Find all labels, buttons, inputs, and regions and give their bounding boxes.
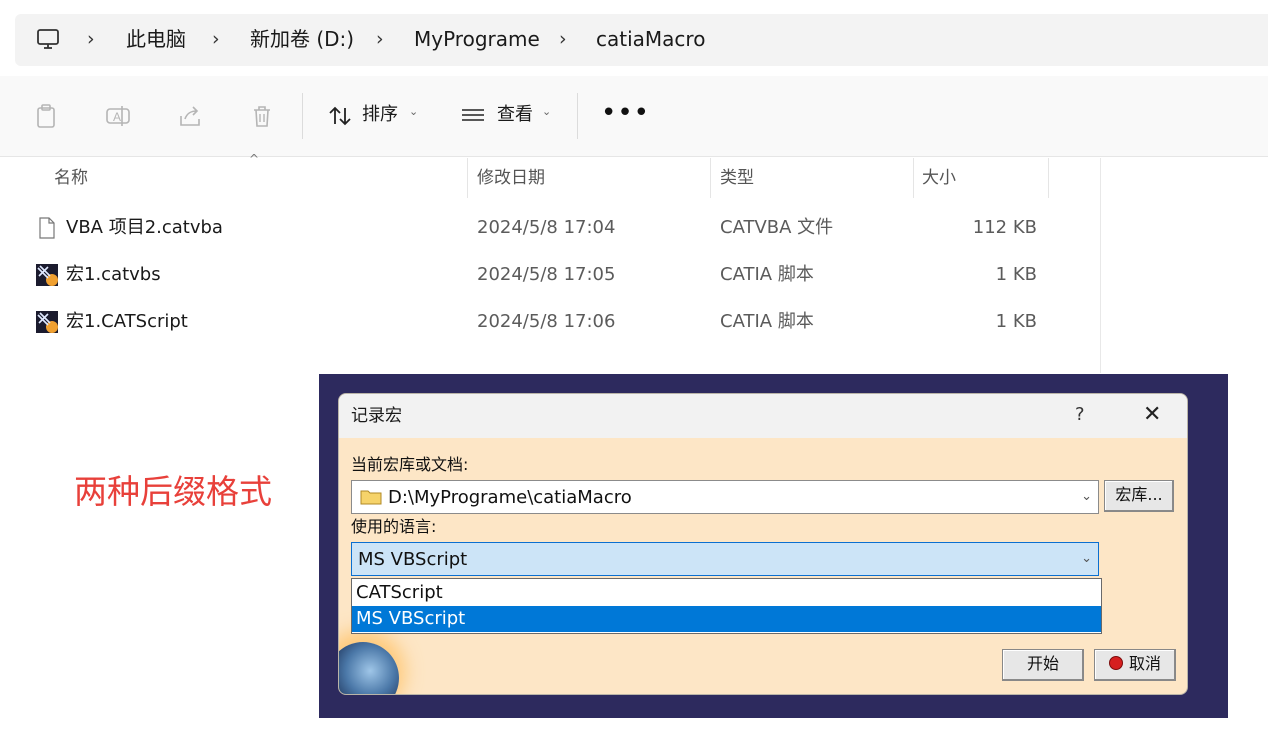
chevron-down-icon[interactable]: ⌄: [542, 105, 551, 118]
file-type: CATIA 脚本: [720, 311, 814, 332]
address-bar[interactable]: › 此电脑 › 新加卷 (D:) › MyPrograme › catiaMac…: [15, 14, 1268, 66]
dialog-title: 记录宏: [351, 406, 402, 426]
chevron-right-icon[interactable]: ›: [87, 26, 95, 52]
chevron-down-icon[interactable]: ⌄: [409, 105, 418, 118]
language-select[interactable]: MS VBScript ⌄: [351, 542, 1099, 576]
column-divider[interactable]: [1048, 158, 1049, 198]
language-option-catscript[interactable]: CATScript: [352, 580, 1101, 606]
document-icon: [39, 217, 55, 239]
rename-icon[interactable]: A: [104, 102, 132, 130]
catia-icon: [36, 311, 58, 333]
dialog-title-bar[interactable]: 记录宏 ? ✕: [339, 394, 1187, 438]
language-option-vbscript[interactable]: MS VBScript: [352, 606, 1101, 632]
stop-icon: [1108, 656, 1123, 670]
sort-button[interactable]: 排序: [362, 103, 398, 127]
file-modified: 2024/5/8 17:05: [477, 264, 616, 285]
file-name[interactable]: VBA 项目2.catvba: [66, 216, 223, 240]
breadcrumb-drive-d[interactable]: 新加卷 (D:): [250, 26, 354, 52]
file-modified: 2024/5/8 17:04: [477, 217, 616, 238]
sort-ascending-icon: ^: [249, 152, 260, 166]
column-header-type[interactable]: 类型: [720, 166, 754, 190]
library-value: D:\MyPrograme\catiaMacro: [388, 487, 632, 508]
annotation-text: 两种后缀格式: [74, 472, 272, 511]
delete-icon[interactable]: [248, 102, 276, 130]
file-type: CATIA 脚本: [720, 264, 814, 285]
file-name[interactable]: 宏1.catvbs: [66, 263, 161, 287]
pane-border: [1100, 158, 1101, 373]
chevron-right-icon[interactable]: ›: [376, 26, 384, 52]
chevron-down-icon[interactable]: ⌄: [1081, 486, 1092, 508]
file-size: 1 KB: [995, 311, 1037, 332]
column-divider[interactable]: [710, 158, 711, 198]
more-options-button[interactable]: •••: [601, 98, 650, 128]
language-value: MS VBScript: [358, 549, 468, 570]
cancel-button[interactable]: 取消: [1094, 649, 1176, 681]
sort-icon[interactable]: [326, 102, 354, 130]
breadcrumb-myprograme[interactable]: MyPrograme: [414, 26, 540, 52]
library-combo[interactable]: D:\MyPrograme\catiaMacro ⌄: [351, 480, 1099, 514]
file-modified: 2024/5/8 17:06: [477, 311, 616, 332]
column-divider[interactable]: [467, 158, 468, 198]
folder-icon: [360, 490, 382, 505]
paste-icon[interactable]: [32, 102, 60, 130]
help-button[interactable]: ?: [1075, 404, 1085, 426]
toolbar-divider: [302, 93, 303, 139]
chevron-down-icon[interactable]: ⌄: [1081, 548, 1092, 570]
column-divider[interactable]: [913, 158, 914, 198]
svg-text:A: A: [113, 110, 121, 124]
cancel-label: 取消: [1128, 654, 1161, 673]
language-dropdown-list: CATScript MS VBScript: [351, 578, 1102, 634]
file-size: 112 KB: [972, 217, 1037, 238]
chevron-right-icon[interactable]: ›: [559, 26, 567, 52]
file-name[interactable]: 宏1.CATScript: [66, 310, 188, 334]
toolbar-divider: [577, 93, 578, 139]
view-button[interactable]: 查看: [497, 103, 533, 127]
column-header-modified[interactable]: 修改日期: [477, 166, 545, 190]
column-header-name[interactable]: 名称: [54, 166, 88, 190]
breadcrumb-catiamacro[interactable]: catiaMacro: [596, 26, 705, 52]
breadcrumb-this-pc[interactable]: 此电脑: [126, 26, 186, 52]
share-icon[interactable]: [176, 102, 204, 130]
file-size: 1 KB: [995, 264, 1037, 285]
library-label: 当前宏库或文档:: [351, 455, 469, 474]
library-button[interactable]: 宏库...: [1104, 480, 1174, 512]
view-icon[interactable]: [459, 102, 487, 130]
chevron-right-icon[interactable]: ›: [212, 26, 220, 52]
computer-icon[interactable]: [35, 26, 61, 52]
start-button[interactable]: 开始: [1002, 649, 1084, 681]
column-header-size[interactable]: 大小: [922, 166, 956, 190]
globe-logo: [339, 642, 399, 694]
language-label: 使用的语言:: [351, 517, 437, 536]
record-macro-dialog: 记录宏 ? ✕ 当前宏库或文档: D:\MyPrograme\catiaMacr…: [338, 393, 1188, 695]
catia-icon: [36, 264, 58, 286]
close-icon[interactable]: ✕: [1143, 403, 1161, 427]
file-type: CATVBA 文件: [720, 217, 834, 238]
command-bar: A 排序 ⌄ 查看 ⌄ •••: [0, 76, 1268, 157]
